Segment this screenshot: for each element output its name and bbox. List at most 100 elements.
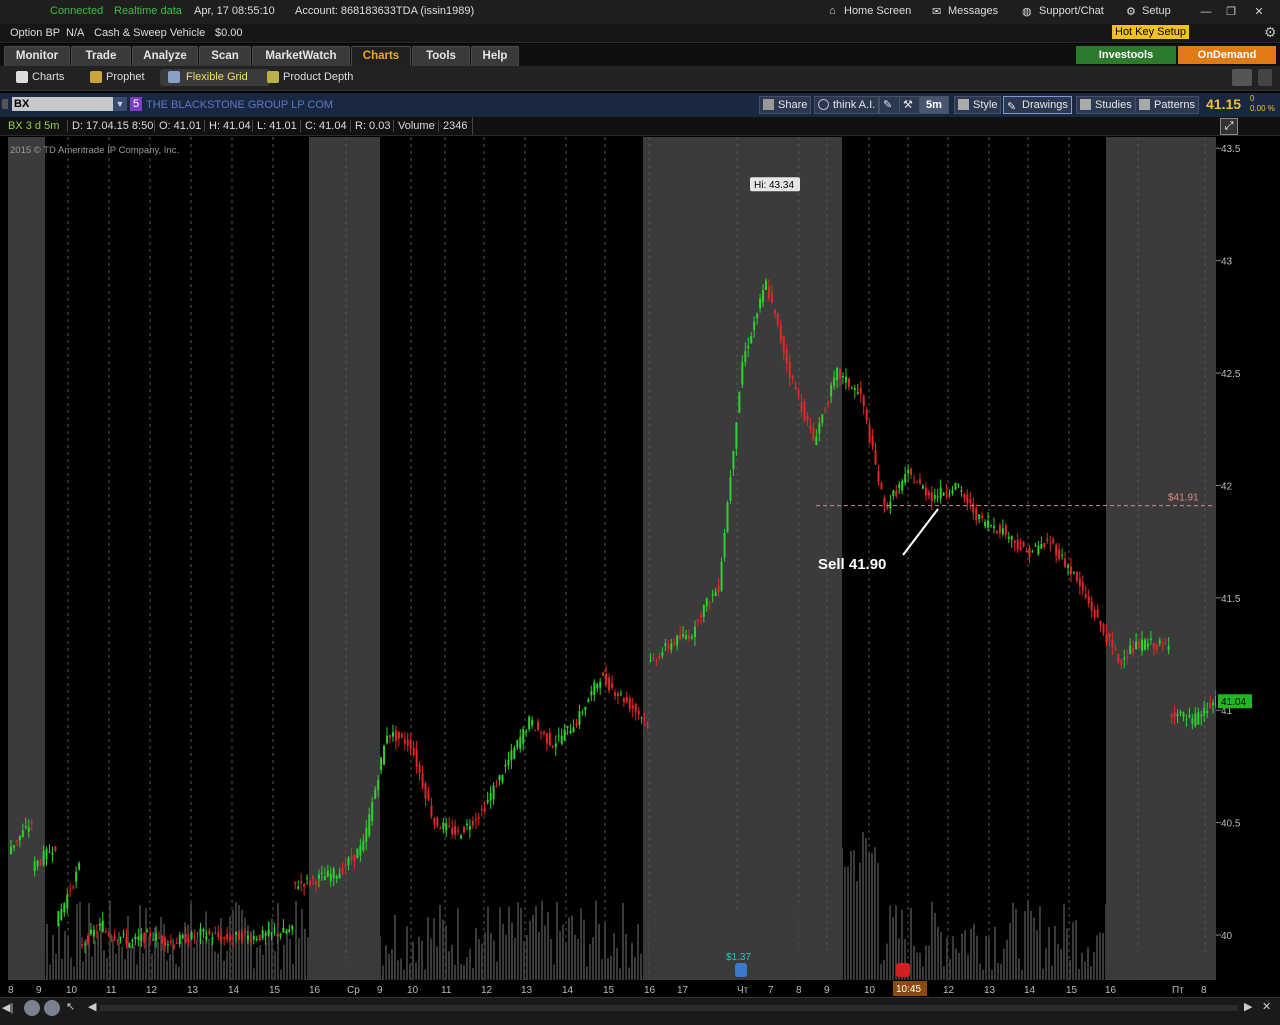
candle-body — [1090, 601, 1093, 611]
volume-bar — [400, 958, 402, 980]
volume-bar — [169, 954, 171, 980]
candle-body — [747, 345, 750, 349]
candle-body — [57, 911, 60, 927]
horizontal-scrollbar[interactable] — [100, 1005, 1238, 1011]
candle-body — [717, 585, 720, 592]
volume-bar — [847, 866, 849, 980]
account-info[interactable]: Account: 868183633TDA (issin1989) — [295, 5, 474, 17]
candle-body — [590, 691, 593, 696]
realtime-status: Realtime data — [114, 5, 182, 17]
candle-body — [365, 828, 368, 842]
symbol-input[interactable]: BX — [12, 97, 114, 111]
volume-bar — [73, 966, 75, 980]
scroll-left-icon[interactable]: ◀| — [2, 1001, 13, 1014]
setup-button[interactable]: Setup — [1142, 5, 1171, 17]
volume-bar — [124, 959, 126, 980]
patterns-button[interactable]: Patterns — [1135, 96, 1199, 114]
price-chart[interactable]: Hi: 43.34Lo: 39.91$41.91Sell 41.90$1.37 … — [8, 137, 1216, 980]
think-ai-button[interactable]: think A.I. — [814, 96, 880, 114]
layout-grid-icon[interactable] — [1232, 69, 1252, 86]
settings-tool-button[interactable]: ⚒ — [899, 96, 921, 114]
drawings-button[interactable]: ✎ Drawings — [1003, 96, 1072, 114]
volume-bar — [61, 958, 63, 980]
volume-bar — [928, 945, 930, 980]
style-button[interactable]: Style — [954, 96, 1002, 114]
messages-button[interactable]: Messages — [948, 5, 998, 17]
time-axis[interactable]: 8 9 10 11 12 13 14 15 16 Ср 9 10 11 12 13 14 15 16 17 Чт 7 8 9… — [0, 980, 1280, 998]
earnings-icon[interactable] — [896, 963, 910, 977]
scroll-back-icon[interactable]: ◀ — [88, 1000, 96, 1013]
tab-marketwatch[interactable]: MarketWatch — [252, 46, 350, 66]
close-button[interactable]: ✕ — [1250, 5, 1268, 19]
zoom-in-icon[interactable] — [24, 1000, 40, 1016]
drawing-tool-button[interactable]: ✎ — [879, 96, 901, 114]
volume-bar — [775, 903, 777, 980]
volume-bar — [205, 911, 207, 980]
candle-body — [172, 945, 175, 949]
reset-view-icon[interactable]: ✕ — [1262, 1000, 1271, 1013]
volume-bar — [229, 916, 231, 980]
volume-bar — [982, 969, 984, 980]
candle-body — [72, 886, 75, 888]
candle-body — [992, 526, 995, 529]
high-label: Hi: 43.34 — [750, 177, 800, 192]
share-button[interactable]: Share — [759, 96, 812, 114]
tab-analyze[interactable]: Analyze — [132, 46, 198, 66]
chart-footer: ◀| ↖ ◀ ▶ ✕ — [0, 997, 1280, 1025]
volume-bar — [457, 908, 459, 980]
tab-scan[interactable]: Scan — [199, 46, 251, 66]
drag-handle-icon[interactable] — [2, 99, 8, 109]
symbol-dropdown-icon[interactable]: ▼ — [113, 97, 127, 111]
investools-label: Investools — [1098, 49, 1154, 61]
expand-chart-icon[interactable]: ⤢ — [1220, 118, 1238, 135]
sell-annotation[interactable]: Sell 41.90 — [818, 556, 886, 573]
subtab-flexible-grid[interactable]: Flexible Grid — [160, 69, 270, 86]
time-tick: 12 — [146, 985, 158, 996]
gear-icon[interactable]: ⚙ — [1264, 24, 1277, 41]
link-group-badge[interactable]: 5 — [130, 97, 142, 111]
tab-monitor[interactable]: Monitor — [4, 46, 70, 66]
hotkey-setup-button[interactable]: Hot Key Setup — [1112, 25, 1189, 39]
ondemand-button[interactable]: OnDemand — [1178, 46, 1276, 64]
chart-period: BX 3 d 5m — [8, 120, 60, 132]
scroll-up-icon[interactable] — [1258, 69, 1272, 86]
price-axis[interactable]: 43.54342.54241.54140.54041.04 — [1216, 137, 1280, 980]
volume-bar — [1129, 947, 1131, 980]
support-chat-button[interactable]: Support/Chat — [1039, 5, 1104, 17]
candle-body — [1004, 525, 1007, 536]
candle-body — [454, 826, 457, 835]
minimize-button[interactable]: — — [1197, 5, 1215, 19]
zoom-out-icon[interactable] — [44, 1000, 60, 1016]
subtab-product-depth[interactable]: Product Depth — [265, 69, 377, 86]
candle-body — [155, 933, 158, 941]
cursor-icon[interactable]: ↖ — [66, 1000, 75, 1013]
tab-help[interactable]: Help — [471, 46, 519, 66]
home-screen-button[interactable]: Home Screen — [844, 5, 911, 17]
studies-label: Studies — [1095, 99, 1132, 111]
volume-bar — [259, 944, 261, 980]
subtab-charts[interactable]: Charts — [14, 69, 90, 86]
tab-charts[interactable]: Charts — [351, 46, 411, 66]
restore-button[interactable]: ❐ — [1222, 5, 1240, 19]
candle-body — [646, 722, 649, 726]
scroll-forward-icon[interactable]: ▶ — [1244, 1000, 1252, 1013]
tab-trade[interactable]: Trade — [71, 46, 131, 66]
volume-bar — [1111, 945, 1113, 980]
candle-body — [217, 932, 220, 937]
candle-body — [95, 931, 98, 933]
tab-tools[interactable]: Tools — [412, 46, 470, 66]
timeframe-button[interactable]: 5m — [919, 96, 949, 114]
volume-bar — [1123, 946, 1125, 980]
time-tick: 17 — [677, 985, 689, 996]
candle-body — [978, 514, 981, 519]
dividend-icon[interactable] — [735, 963, 747, 977]
volume-bar — [382, 965, 384, 980]
volume-bar — [313, 914, 315, 980]
candle-body — [161, 935, 163, 944]
candle-body — [850, 387, 853, 389]
studies-button[interactable]: Studies — [1076, 96, 1136, 114]
investools-button[interactable]: Investools — [1076, 46, 1176, 64]
volume-bar — [67, 935, 69, 980]
subtab-prophet[interactable]: Prophet — [88, 69, 168, 86]
volume-bar — [346, 958, 348, 980]
